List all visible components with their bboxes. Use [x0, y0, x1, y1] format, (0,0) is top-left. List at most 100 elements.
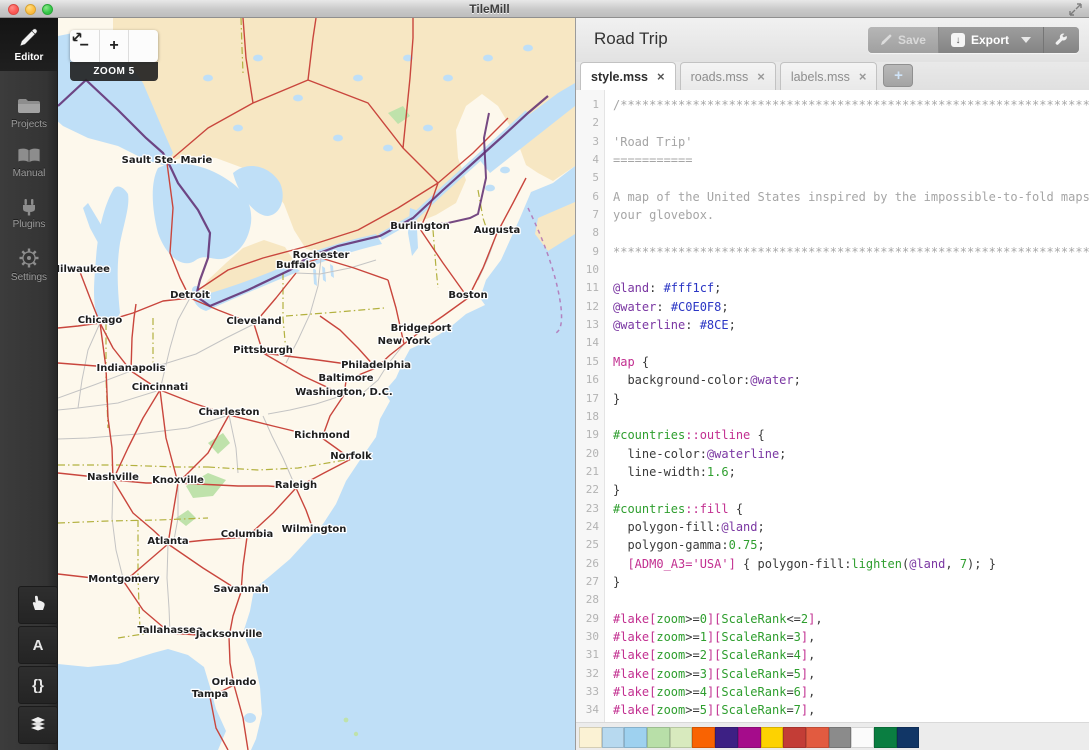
project-title: Road Trip [594, 29, 668, 49]
tab-labels.mss[interactable]: labels.mss × [780, 62, 878, 90]
palette-swatch[interactable] [715, 727, 738, 748]
folder-icon [0, 96, 58, 116]
tab-label: labels.mss [791, 70, 850, 84]
city-label: Nashville [87, 472, 139, 483]
sidebar-item-label: Plugins [0, 219, 58, 230]
tilemill-window: TileMill Editor Projects Manual Plugins Sett… [0, 0, 1089, 750]
zoom-in-button[interactable]: + [100, 30, 130, 62]
palette-swatch[interactable] [806, 727, 829, 748]
zoom-level-badge: ZOOM 5 [70, 62, 158, 81]
city-label: Burlington [390, 221, 450, 232]
export-button[interactable]: ↓ Export [939, 27, 1044, 53]
close-tab-icon[interactable]: × [859, 69, 867, 84]
city-label: Philadelphia [341, 360, 411, 371]
city-label: Indianapolis [97, 363, 166, 374]
fonts-tool-button[interactable]: A [18, 626, 58, 664]
close-tab-icon[interactable]: × [657, 69, 665, 84]
titlebar: TileMill [0, 0, 1089, 18]
hand-icon [29, 594, 47, 616]
city-label: Jacksonville [195, 629, 263, 640]
pencil-icon [0, 27, 58, 49]
city-label: Boston [448, 290, 487, 301]
layers-tool-button[interactable] [18, 706, 58, 744]
panel-actions: Save ↓ Export [868, 27, 1079, 53]
palette-swatch[interactable] [579, 727, 602, 748]
close-tab-icon[interactable]: × [757, 69, 765, 84]
city-label: Bridgeport [391, 323, 452, 334]
sidebar-item-label: Settings [0, 272, 58, 283]
city-label: Pittsburgh [233, 345, 293, 356]
city-label: Montgomery [88, 574, 160, 585]
settings-wrench-button[interactable] [1044, 27, 1079, 53]
city-label: New York [378, 336, 431, 347]
gear-icon [0, 247, 58, 269]
palette-swatch[interactable] [670, 727, 693, 748]
tab-style.mss[interactable]: style.mss × [580, 62, 676, 90]
palette-swatch[interactable] [851, 727, 874, 748]
palette-swatch[interactable] [692, 727, 715, 748]
palette-swatch[interactable] [624, 727, 647, 748]
fullscreen-icon[interactable] [1069, 3, 1082, 16]
file-tabs: style.mss × roads.mss × labels.mss × + [576, 62, 1089, 90]
diagonal-arrows-icon [70, 30, 84, 44]
code-content[interactable]: /***************************************… [606, 90, 1089, 722]
save-button[interactable]: Save [868, 27, 939, 53]
map-preview[interactable]: Sault Ste. MarieMilwaukeeChicagoDetroitC… [58, 18, 575, 750]
city-label: Richmond [294, 430, 350, 441]
window-title: TileMill [0, 2, 979, 16]
editor-footer [576, 722, 1089, 750]
city-label: Knoxville [152, 475, 204, 486]
braces-icon: {} [32, 677, 44, 694]
city-label: Tallahassee [137, 625, 202, 636]
sidebar-item-label: Manual [0, 168, 58, 179]
fit-extent-button[interactable] [129, 30, 158, 62]
city-label: Baltimore [318, 373, 373, 384]
map-zoom-controls: − + [70, 30, 158, 62]
sidebar-item-settings[interactable]: Settings [0, 238, 58, 291]
code-editor[interactable]: 1 2 3 4 5 6 7 8 9 10 11 12 13 14 15 16 1… [576, 90, 1089, 722]
palette-swatch[interactable] [874, 727, 897, 748]
city-label: Orlando [212, 677, 257, 688]
palette-swatch[interactable] [738, 727, 761, 748]
palette-swatch[interactable] [897, 727, 920, 748]
pencil-icon [880, 34, 892, 46]
sidebar-item-projects[interactable]: Projects [0, 87, 58, 138]
city-label: Washington, D.C. [295, 387, 393, 398]
city-label: Tampa [192, 689, 229, 700]
book-icon [0, 147, 58, 165]
city-label: Milwaukee [58, 264, 110, 275]
wrench-icon [1054, 33, 1069, 48]
city-label: Buffalo [276, 260, 316, 271]
palette-swatch[interactable] [761, 727, 784, 748]
new-tab-button[interactable]: + [883, 64, 913, 87]
tab-label: style.mss [591, 70, 648, 84]
city-label: Wilmington [282, 524, 347, 535]
carto-reference-tool-button[interactable]: {} [18, 666, 58, 704]
palette-swatch[interactable] [783, 727, 806, 748]
sidebar-item-label: Projects [0, 119, 58, 130]
city-label: Rochester [293, 250, 350, 261]
sidebar-item-manual[interactable]: Manual [0, 138, 58, 187]
city-label: Detroit [170, 290, 210, 301]
sidebar-item-editor[interactable]: Editor [0, 18, 58, 71]
color-palette [579, 727, 919, 748]
city-label: Norfolk [330, 451, 372, 462]
map-canvas[interactable]: Sault Ste. MarieMilwaukeeChicagoDetroitC… [58, 18, 575, 750]
palette-swatch[interactable] [829, 727, 852, 748]
city-label: Raleigh [275, 480, 317, 491]
city-label: Sault Ste. Marie [122, 155, 213, 166]
city-label: Atlanta [147, 536, 188, 547]
project-panel: Road Trip Save ↓ Export style.m [575, 18, 1089, 750]
city-label: Cleveland [226, 316, 281, 327]
tab-label: roads.mss [691, 70, 749, 84]
plug-icon [0, 196, 58, 216]
pan-hand-tool-button[interactable] [18, 586, 58, 624]
palette-swatch[interactable] [602, 727, 625, 748]
tab-roads.mss[interactable]: roads.mss × [680, 62, 776, 90]
sidebar-item-label: Editor [0, 52, 58, 63]
sidebar-item-plugins[interactable]: Plugins [0, 187, 58, 238]
city-label: Cincinnati [132, 382, 188, 393]
palette-swatch[interactable] [647, 727, 670, 748]
download-icon: ↓ [951, 33, 965, 47]
city-label: Savannah [213, 584, 268, 595]
